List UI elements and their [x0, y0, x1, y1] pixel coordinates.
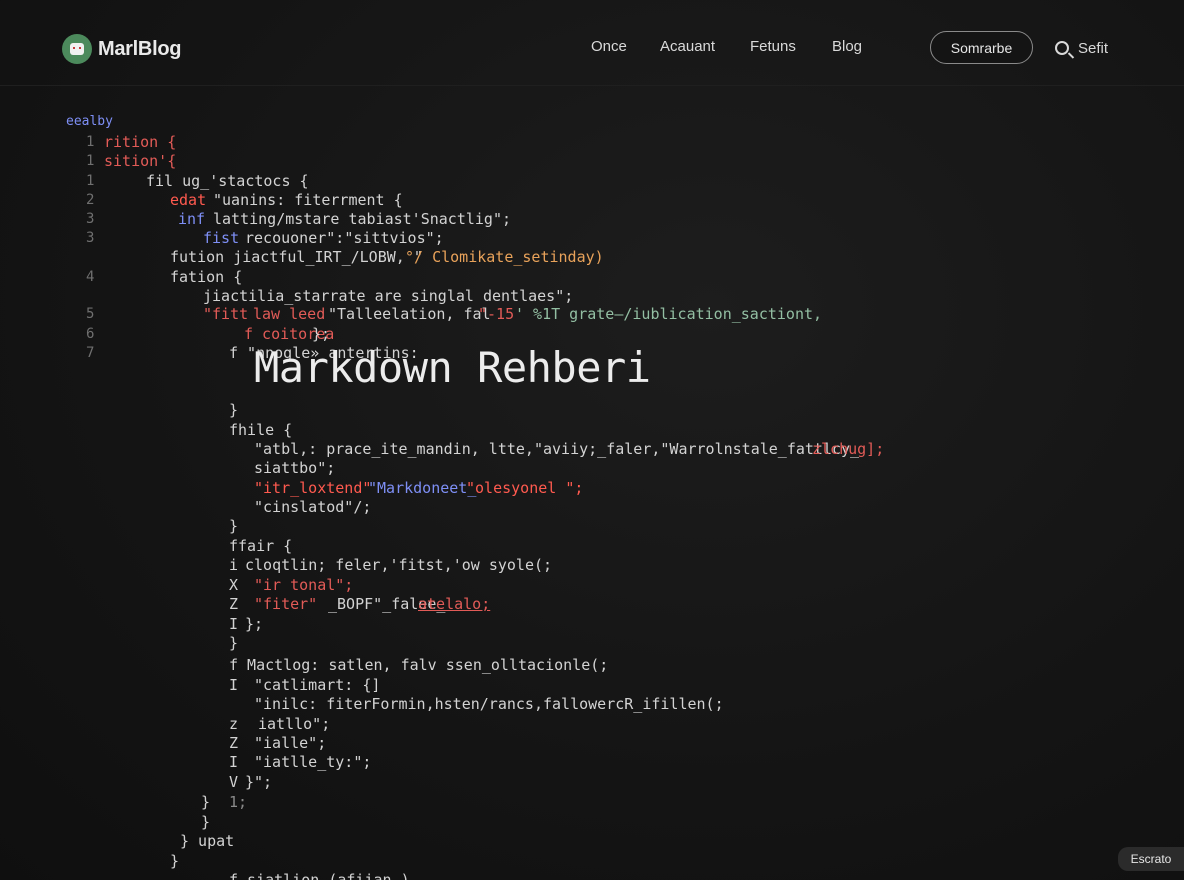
- line-number: 3: [86, 211, 95, 227]
- code-string: zlchug];: [812, 440, 885, 458]
- code-line: sition'{: [104, 152, 177, 170]
- side-marker: I: [229, 676, 239, 694]
- code-line: f siatlion (afiian ): [229, 871, 410, 880]
- code-line: fil ug_'stactocs {: [146, 172, 309, 190]
- code-keyword: law leed: [253, 305, 326, 323]
- line-number: 3: [86, 230, 95, 246]
- code-line: f Mactlog: satlen, falv ssen_olltacionle…: [229, 656, 609, 674]
- side-marker: i: [229, 556, 239, 574]
- side-marker: I: [229, 615, 239, 633]
- line-number: 2: [86, 192, 95, 208]
- code-string: "ir tonal";: [254, 576, 354, 594]
- code-string: "Markdoneet_: [368, 479, 477, 497]
- code-line: }: [229, 401, 239, 419]
- code-keyword: edat: [170, 191, 207, 209]
- code-line: "catlimart: {]: [254, 676, 381, 694]
- code-comment: ' %1T grate—/iublication_sactiont,: [515, 305, 823, 323]
- line-number: 7: [86, 345, 95, 361]
- code-line: latting/mstare tabiast'Snactlig";: [213, 210, 512, 228]
- code-keyword: fist: [203, 229, 240, 247]
- side-marker: I: [229, 753, 239, 771]
- escape-toast[interactable]: Escrato: [1118, 847, 1184, 871]
- code-line: "ialle";: [254, 734, 327, 752]
- code-line: recouoner":"sittvios";: [245, 229, 444, 247]
- code-line: "cinslatod"/;: [254, 498, 372, 516]
- line-number: 1: [86, 134, 95, 150]
- code-line: }: [170, 852, 180, 870]
- code-line: ffair {: [229, 537, 293, 555]
- code-line: };: [312, 325, 331, 343]
- code-line: }";: [245, 773, 273, 791]
- code-string: "-15: [478, 305, 515, 323]
- line-number: 1: [86, 153, 95, 169]
- code-line: jiactilia_starrate are singlal dentlaes"…: [203, 287, 574, 305]
- code-keyword: inf: [178, 210, 206, 228]
- code-line: }: [201, 793, 211, 811]
- code-string: "itr_loxtend": [254, 479, 372, 497]
- code-line: }: [201, 813, 211, 831]
- code-line: };: [245, 615, 264, 633]
- file-label: eealby: [66, 114, 113, 129]
- side-marker: Z: [229, 595, 239, 613]
- code-editor: eealby 1 1 1 2 3 3 4 6 5 6 7 rition { si…: [0, 0, 1184, 880]
- code-line: }: [229, 517, 239, 535]
- code-line: fation {: [170, 268, 243, 286]
- code-string: "fitt: [203, 305, 249, 323]
- code-line: siattbo";: [254, 459, 336, 477]
- code-line: } upat: [180, 832, 235, 850]
- code-line: "iatlle_ty:";: [254, 753, 372, 771]
- code-line: "inilc: fiterFormin,hsten/rancs,fallower…: [254, 695, 724, 713]
- line-number: 5: [86, 306, 95, 322]
- side-marker: X: [229, 576, 239, 594]
- line-number: 1: [86, 173, 95, 189]
- code-line: 1;: [229, 793, 248, 811]
- side-marker: z: [229, 715, 239, 733]
- code-line: "atbl,: prace_ite_mandin, ltte,"aviiy;_f…: [254, 440, 860, 458]
- code-line: cloqtlin; feler,'fitst,'ow syole(;: [245, 556, 553, 574]
- code-string: "olesyonel ";: [466, 479, 584, 497]
- code-line: "Talleelation, fal: [328, 305, 491, 323]
- code-line: rition {: [104, 133, 177, 151]
- code-line: iatllo";: [258, 715, 331, 733]
- line-number: 6: [86, 326, 95, 342]
- code-line: fution jiactful_IRT_/LOBW, ": [170, 248, 423, 266]
- code-string: "fiter": [254, 595, 318, 613]
- code-line: }: [229, 634, 239, 652]
- side-marker: Z: [229, 734, 239, 752]
- code-string: °/ Clomikate_setinday): [405, 248, 604, 266]
- code-line: fhile {: [229, 421, 293, 439]
- page-title: Markdown Rehberi: [254, 343, 651, 392]
- code-line: "uanins: fiterrment {: [213, 191, 403, 209]
- side-marker: V: [229, 773, 239, 791]
- code-link: atelalo;: [418, 595, 491, 613]
